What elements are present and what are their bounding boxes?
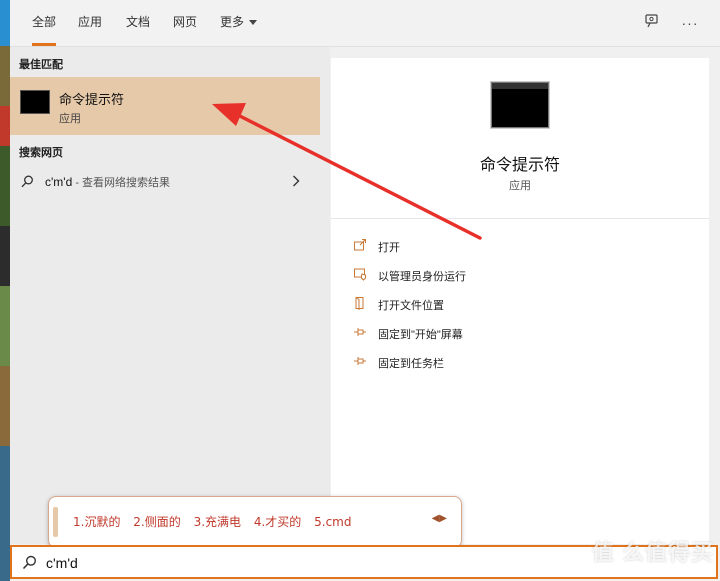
- ime-candidate[interactable]: 1.沉默的: [73, 515, 120, 529]
- search-icon: [22, 555, 37, 570]
- ime-candidate-window: 1.沉默的 2.侧面的 3.充满电 4.才买的 5.cmd ◀▶: [48, 496, 462, 548]
- watermark: 值 么值得买: [591, 540, 714, 565]
- annotation-arrow: [212, 103, 482, 240]
- ime-candidate[interactable]: 2.侧面的: [133, 515, 180, 529]
- ime-drag-handle[interactable]: [53, 507, 58, 537]
- ime-page-nav[interactable]: ◀▶: [432, 513, 447, 524]
- ime-candidate[interactable]: 3.充满电: [194, 515, 241, 529]
- ime-candidate[interactable]: 5.cmd: [314, 515, 351, 529]
- search-input[interactable]: c'm'd: [46, 555, 78, 571]
- ime-candidate[interactable]: 4.才买的: [254, 515, 301, 529]
- ime-candidate-list: 1.沉默的 2.侧面的 3.充满电 4.才买的 5.cmd: [73, 513, 360, 530]
